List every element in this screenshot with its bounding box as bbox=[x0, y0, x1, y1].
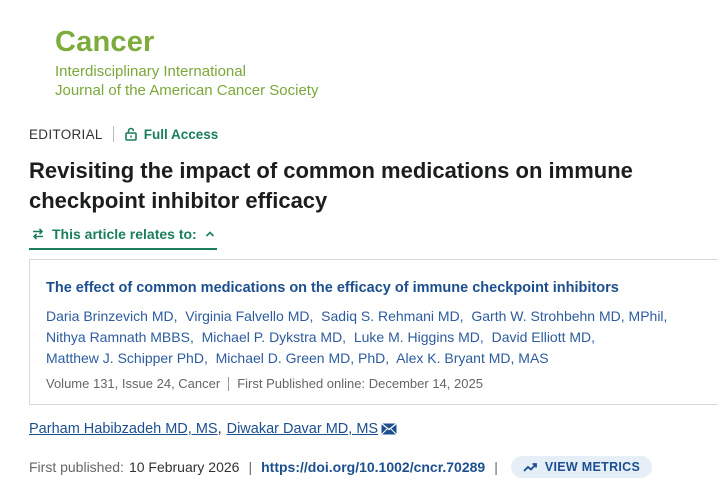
journal-name: Cancer bbox=[55, 26, 155, 58]
publication-info: First published: 10 February 2026 | http… bbox=[29, 456, 653, 478]
author-link[interactable]: Garth W. Strohbehn MD, MPhil, bbox=[471, 308, 667, 324]
article-type: EDITORIAL bbox=[29, 126, 103, 142]
journal-subtitle-line1: Interdisciplinary International bbox=[55, 63, 246, 80]
divider bbox=[228, 376, 230, 391]
trending-up-icon bbox=[523, 463, 537, 472]
view-metrics-button[interactable]: VIEW METRICS bbox=[510, 456, 653, 478]
first-published-label: First Published online: bbox=[237, 376, 366, 391]
article-meta: EDITORIAL Full Access bbox=[29, 126, 218, 142]
divider: | bbox=[248, 459, 253, 475]
first-published-label: First published: bbox=[29, 459, 124, 475]
author-link[interactable]: Nithya Ramnath MBBS, bbox=[46, 329, 194, 345]
journal-subtitle-line2: Journal of the American Cancer Society bbox=[55, 82, 319, 99]
first-published-date: December 14, 2025 bbox=[368, 376, 483, 391]
author-link[interactable]: Michael D. Green MD, PhD, bbox=[216, 350, 390, 366]
article-title: Revisiting the impact of common medicati… bbox=[29, 158, 633, 213]
author-link[interactable]: Sadiq S. Rehmani MD, bbox=[321, 308, 463, 324]
chevron-up-icon bbox=[205, 229, 215, 239]
envelope-icon[interactable] bbox=[381, 423, 397, 435]
author-link[interactable]: Parham Habibzadeh MD, MS bbox=[29, 421, 218, 437]
lock-open-icon bbox=[124, 127, 138, 141]
doi-link[interactable]: https://doi.org/10.1002/cncr.70289 bbox=[261, 459, 485, 475]
author-link[interactable]: Virginia Falvello MD, bbox=[185, 308, 313, 324]
related-article-meta: Volume 131, Issue 24, Cancer First Publi… bbox=[46, 376, 483, 391]
related-article-title[interactable]: The effect of common medications on the … bbox=[46, 278, 702, 298]
journal-label: Cancer bbox=[178, 376, 221, 391]
view-metrics-label: VIEW METRICS bbox=[544, 460, 641, 474]
journal-logo[interactable]: Cancer Interdisciplinary International J… bbox=[55, 26, 318, 100]
author-link[interactable]: Alex K. Bryant MD, MAS bbox=[396, 350, 548, 366]
relates-label: This article relates to: bbox=[52, 226, 197, 242]
access-badge: Full Access bbox=[143, 126, 219, 142]
related-article-card: The effect of common medications on the … bbox=[29, 259, 718, 405]
author-link[interactable]: Diwakar Davar MD, MS bbox=[227, 421, 378, 437]
author-link[interactable]: Daria Brinzevich MD, bbox=[46, 308, 177, 324]
divider bbox=[112, 126, 114, 142]
swap-icon bbox=[31, 227, 45, 241]
related-article-authors: Daria Brinzevich MD, Virginia Falvello M… bbox=[46, 306, 702, 369]
byline-separator: , bbox=[217, 421, 222, 437]
divider: | bbox=[494, 459, 498, 475]
author-link[interactable]: Michael P. Dykstra MD, bbox=[202, 329, 346, 345]
issue: Issue 24 bbox=[121, 376, 172, 391]
relates-toggle[interactable]: This article relates to: bbox=[29, 226, 217, 250]
first-published-date: 10 February 2026 bbox=[128, 459, 240, 475]
volume: Volume 131 bbox=[46, 376, 115, 391]
author-link[interactable]: Matthew J. Schipper PhD, bbox=[46, 350, 208, 366]
author-link[interactable]: David Elliott MD, bbox=[492, 329, 595, 345]
author-link[interactable]: Luke M. Higgins MD, bbox=[354, 329, 484, 345]
byline: Parham Habibzadeh MD, MS , Diwakar Davar… bbox=[29, 421, 397, 437]
